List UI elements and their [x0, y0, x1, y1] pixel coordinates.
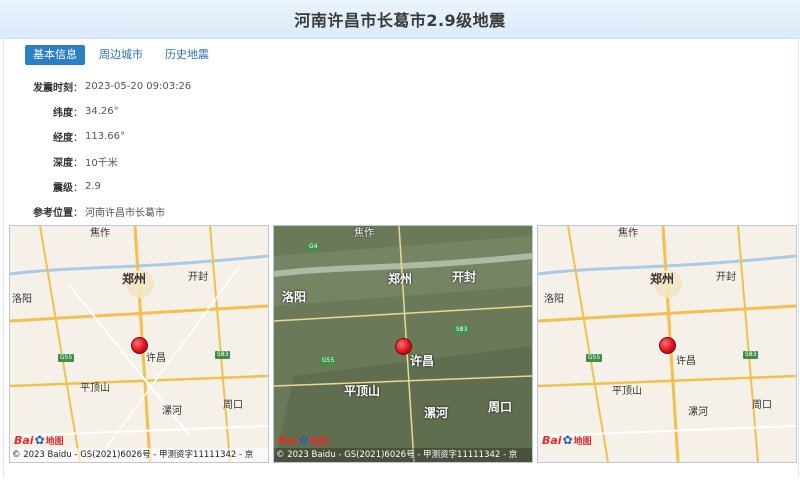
info-value: 10千米 [85, 158, 118, 169]
baidu-logo: Bai ✿ 地图 [278, 433, 328, 447]
city-label-zhoukou: 周口 [752, 400, 772, 411]
info-value: 113.66° [85, 131, 125, 142]
info-value: 2.9 [85, 181, 101, 192]
city-label-zhengzhou: 郑州 [388, 272, 413, 286]
info-value: 2023-05-20 09:03:26 [85, 81, 192, 92]
info-row-location: 参考位置： 河南许昌市长葛市 [10, 199, 390, 224]
info-label: 发震时刻 [33, 83, 73, 94]
info-label: 震级 [53, 183, 73, 194]
tab-bar: 基本信息 周边城市 历史地震 [25, 45, 217, 65]
city-label-luohe: 漯河 [162, 406, 182, 417]
city-label-pingdingshan: 平顶山 [344, 384, 381, 398]
info-value: 河南许昌市长葛市 [85, 208, 165, 219]
city-label-luohe: 漯河 [424, 406, 449, 420]
info-label: 参考位置 [33, 208, 73, 219]
info-label: 深度 [53, 158, 73, 169]
epicenter-marker[interactable] [659, 337, 676, 354]
tab-basic-info[interactable]: 基本信息 [25, 45, 85, 65]
city-label-jiaozuo: 焦作 [90, 228, 110, 239]
tab-nearby-cities[interactable]: 周边城市 [91, 45, 151, 65]
city-label-zhengzhou: 郑州 [650, 272, 675, 286]
city-label-luohe: 漯河 [688, 407, 708, 418]
city-label-jiaozuo: 焦作 [618, 228, 638, 239]
road-shield: G55 [586, 354, 603, 362]
epicenter-marker[interactable] [131, 337, 148, 354]
city-label-xuchang: 许昌 [146, 353, 166, 364]
info-row-time: 发震时刻： 2023-05-20 09:03:26 [10, 74, 390, 99]
road-shield: S83 [454, 326, 470, 334]
city-label-zhengzhou: 郑州 [122, 272, 147, 286]
city-label-kaifeng: 开封 [188, 272, 208, 283]
tab-history-quakes[interactable]: 历史地震 [157, 45, 217, 65]
map-copyright: © 2023 Baidu - GS(2021)6026号 - 甲测资字11111… [274, 448, 532, 462]
info-row-depth: 深度： 10千米 [10, 149, 390, 174]
city-label-xuchang: 许昌 [410, 354, 435, 368]
quake-info-list: 发震时刻： 2023-05-20 09:03:26 纬度： 34.26° 经度：… [10, 74, 390, 224]
map-satellite[interactable]: 焦作 郑州 开封 洛阳 许昌 平顶山 漯河 周口 G4 G55 S83 Bai ✿… [273, 225, 533, 463]
city-label-pingdingshan: 平顶山 [612, 386, 642, 397]
city-label-kaifeng: 开封 [452, 270, 477, 284]
city-label-luoyang: 洛阳 [12, 294, 32, 305]
map-panel-group: 焦作 郑州 开封 洛阳 许昌 平顶山 漯河 周口 G55 S83 Bai ✿ 地图 … [9, 225, 797, 463]
map-standard-2[interactable]: 焦作 郑州 开封 洛阳 许昌 平顶山 漯河 周口 G55 S83 Bai ✿ 地图 [537, 225, 797, 463]
baidu-logo: Bai ✿ 地图 [542, 433, 592, 447]
city-label-jiaozuo: 焦作 [354, 228, 374, 239]
city-label-zhoukou: 周口 [223, 400, 243, 411]
info-label: 经度 [53, 133, 73, 144]
road-shield: G55 [320, 357, 337, 365]
road-shield: S83 [215, 351, 231, 359]
city-label-luoyang: 洛阳 [282, 290, 307, 304]
info-row-longitude: 经度： 113.66° [10, 124, 390, 149]
info-value: 34.26° [85, 106, 119, 117]
info-row-latitude: 纬度： 34.26° [10, 99, 390, 124]
info-label: 纬度 [53, 108, 73, 119]
road-shield: G55 [58, 354, 75, 362]
map-standard[interactable]: 焦作 郑州 开封 洛阳 许昌 平顶山 漯河 周口 G55 S83 Bai ✿ 地图 … [9, 225, 269, 463]
epicenter-marker[interactable] [395, 338, 412, 355]
city-label-xuchang: 许昌 [676, 356, 696, 367]
road-shield: G4 [307, 243, 320, 251]
page-header: 河南许昌市长葛市2.9级地震 [0, 0, 800, 39]
info-row-magnitude: 震级： 2.9 [10, 174, 390, 199]
city-label-pingdingshan: 平顶山 [80, 383, 110, 394]
city-label-kaifeng: 开封 [716, 272, 736, 283]
city-label-zhoukou: 周口 [488, 400, 513, 414]
page-title: 河南许昌市长葛市2.9级地震 [294, 11, 506, 30]
baidu-logo: Bai ✿ 地图 [14, 433, 64, 447]
city-label-luoyang: 洛阳 [544, 294, 564, 305]
map-copyright: © 2023 Baidu - GS(2021)6026号 - 甲测资字11111… [10, 448, 268, 462]
road-shield: S83 [743, 351, 759, 359]
